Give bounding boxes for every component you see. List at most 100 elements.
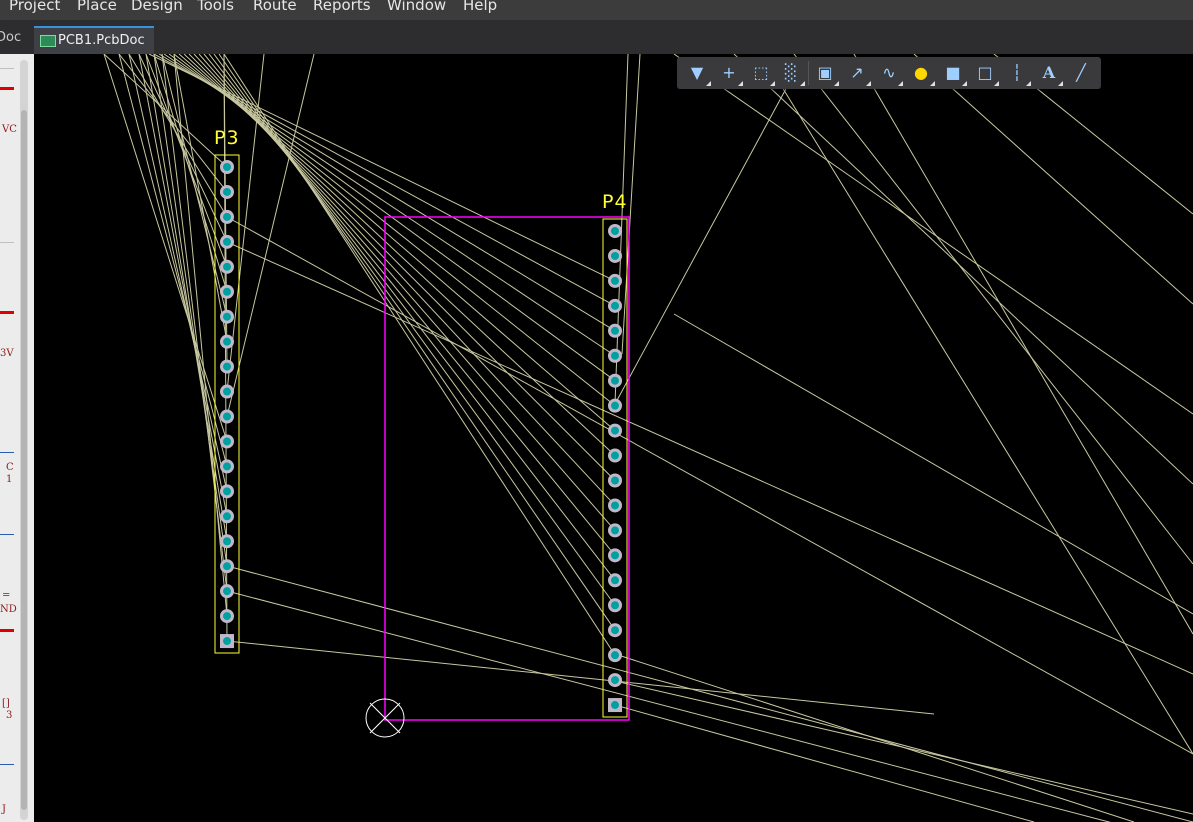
pad[interactable] — [220, 284, 234, 299]
pad[interactable] — [608, 698, 622, 713]
menu-reports[interactable]: Reports — [313, 0, 371, 14]
menu-place[interactable]: Place — [77, 0, 117, 14]
pad[interactable] — [220, 259, 234, 274]
ratsnest-line[interactable] — [213, 54, 616, 606]
via-icon[interactable]: ● — [907, 59, 935, 87]
schematic-wire-blue — [0, 534, 14, 535]
region-icon[interactable]: □ — [971, 59, 999, 87]
pad[interactable] — [220, 459, 234, 474]
ratsnest-line[interactable] — [614, 73, 795, 405]
pad-hole — [223, 262, 231, 271]
ratsnest-line[interactable] — [226, 216, 1193, 755]
pad[interactable] — [608, 373, 622, 388]
pad[interactable] — [608, 598, 622, 613]
ratsnest-line[interactable] — [188, 54, 616, 481]
component-icon[interactable]: ▣ — [811, 59, 839, 87]
interactive-tune-icon[interactable]: ∿ — [875, 59, 903, 87]
tab-schematic-doc[interactable]: Doc — [0, 20, 30, 54]
pad[interactable] — [220, 209, 234, 224]
pad[interactable] — [220, 584, 234, 599]
pad[interactable] — [608, 224, 622, 238]
pad[interactable] — [220, 384, 234, 399]
ratsnest-line[interactable] — [226, 590, 1193, 822]
pad[interactable] — [220, 334, 234, 349]
vertical-scrollbar[interactable] — [20, 60, 28, 820]
pad[interactable] — [608, 298, 622, 313]
ratsnest-line[interactable] — [223, 54, 616, 656]
ratsnest-line[interactable] — [226, 54, 315, 417]
scrollbar-thumb[interactable] — [21, 110, 27, 810]
ratsnest-line[interactable] — [161, 54, 228, 317]
ratsnest-line[interactable] — [208, 54, 616, 581]
pad[interactable] — [608, 448, 622, 463]
ratsnest-line[interactable] — [226, 640, 935, 715]
pad[interactable] — [220, 409, 234, 424]
pad[interactable] — [220, 559, 234, 574]
pad[interactable] — [608, 398, 622, 413]
pad[interactable] — [220, 509, 234, 524]
pad[interactable] — [608, 348, 622, 363]
pad[interactable] — [220, 160, 234, 174]
ratsnest-line[interactable] — [614, 653, 1135, 822]
ratsnest-line[interactable] — [773, 73, 1193, 755]
pad[interactable] — [220, 234, 234, 249]
pad[interactable] — [608, 498, 622, 513]
route-icon[interactable]: ↗ — [843, 59, 871, 87]
text-icon[interactable]: A — [1035, 59, 1063, 87]
pad[interactable] — [608, 273, 622, 288]
ratsnest-line[interactable] — [226, 241, 1193, 675]
ratsnest-line[interactable] — [198, 54, 616, 531]
pad[interactable] — [608, 423, 622, 438]
ratsnest-line[interactable] — [226, 565, 1193, 822]
pad[interactable] — [608, 523, 622, 538]
ratsnest-line[interactable] — [853, 54, 1193, 635]
ratsnest-line[interactable] — [103, 54, 228, 442]
pcb-board-view[interactable] — [34, 54, 1193, 822]
pad[interactable] — [608, 673, 622, 688]
pad[interactable] — [608, 323, 622, 338]
ratsnest-line[interactable] — [138, 54, 228, 517]
ratsnest-line[interactable] — [733, 54, 1193, 485]
ratsnest-line[interactable] — [118, 54, 228, 193]
pcb-canvas[interactable]: P3 P4 — [34, 54, 1193, 822]
menu-tools[interactable]: Tools — [197, 0, 234, 14]
menu-route[interactable]: Route — [253, 0, 297, 14]
ratsnest-line[interactable] — [218, 54, 616, 631]
pad[interactable] — [608, 248, 622, 263]
pad-hole — [223, 237, 231, 246]
pad[interactable] — [220, 184, 234, 199]
pad[interactable] — [220, 359, 234, 374]
select-rectangle-icon[interactable]: ⬚ — [747, 59, 775, 87]
crosshair-icon[interactable]: + — [715, 59, 743, 87]
menu-help[interactable]: Help — [463, 0, 497, 14]
pad[interactable] — [608, 548, 622, 563]
p4-designator[interactable]: P4 — [602, 191, 628, 213]
p3-designator[interactable]: P3 — [214, 127, 240, 149]
filter-icon[interactable]: ▼ — [683, 59, 711, 87]
pad[interactable] — [220, 634, 234, 649]
ratsnest-line[interactable] — [793, 54, 1193, 565]
menu-design[interactable]: Design — [131, 0, 183, 14]
pad[interactable] — [220, 609, 234, 624]
board-outline[interactable] — [384, 216, 630, 721]
pad[interactable] — [608, 623, 622, 638]
tab-pcb1-pcbdoc[interactable]: PCB1.PcbDoc * — [34, 26, 154, 74]
pad[interactable] — [220, 309, 234, 324]
ratsnest-line[interactable] — [913, 54, 1193, 305]
line-icon[interactable]: ╱ — [1067, 59, 1095, 87]
pad[interactable] — [220, 484, 234, 499]
ratsnest-line[interactable] — [153, 54, 228, 292]
schematic-panel[interactable]: VC 3V C 1 = ND [] 3 J — [0, 54, 34, 822]
fill-icon[interactable]: ■ — [939, 59, 967, 87]
menu-project[interactable]: Project — [9, 0, 60, 14]
pad[interactable] — [608, 573, 622, 588]
pad[interactable] — [220, 534, 234, 549]
pad[interactable] — [608, 473, 622, 488]
menu-window[interactable]: Window — [387, 0, 446, 14]
dimension-icon[interactable]: ┆ — [1003, 59, 1031, 87]
ratsnest-line[interactable] — [203, 54, 616, 556]
ratsnest-line[interactable] — [193, 54, 616, 506]
pad[interactable] — [608, 648, 622, 663]
pad[interactable] — [220, 434, 234, 449]
align-icon[interactable]: ░ — [777, 59, 805, 87]
